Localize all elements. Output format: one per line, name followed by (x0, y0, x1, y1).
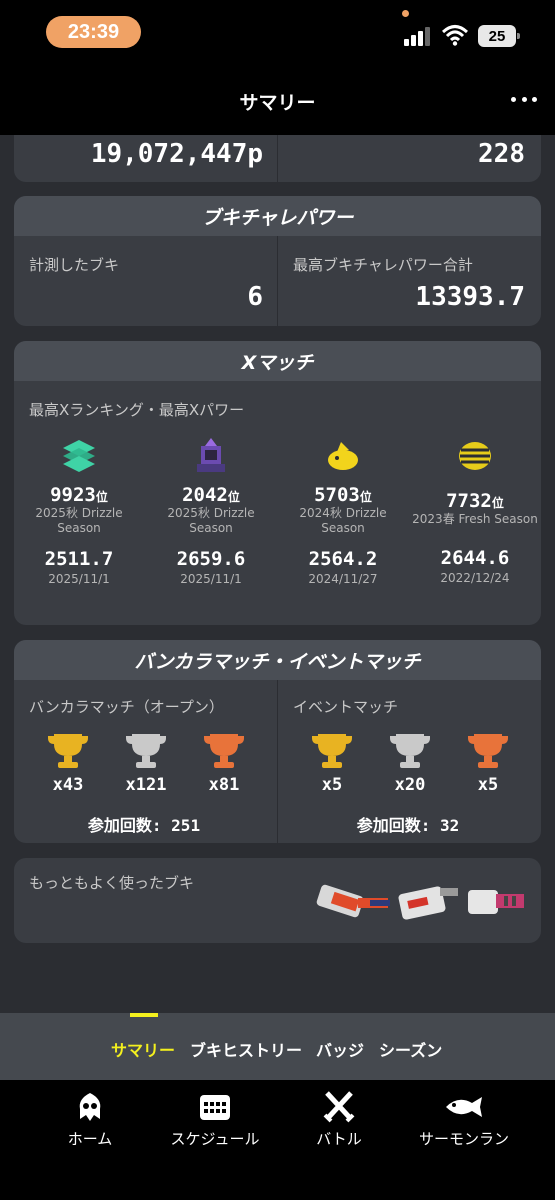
x-rank-value: 7732 (446, 490, 492, 512)
bankara-open-label: バンカラマッチ（オープン） (29, 698, 224, 716)
event-match-label: イベントマッチ (293, 698, 399, 716)
wins-value: 228 (478, 139, 525, 169)
x-rank-value: 9923 (50, 484, 96, 506)
nav-battle-label: バトル (316, 1130, 362, 1148)
silver-trophy-icon (390, 734, 430, 768)
season-name: 2024秋 Drizzle (299, 506, 387, 520)
clock: 23:39 (46, 16, 141, 48)
tab-badges[interactable]: バッジ (316, 1037, 364, 1061)
summary-tab-bar: サマリー ブキヒストリー バッジ シーズン (0, 1013, 555, 1080)
summary-stats-card: 19,072,447p 228 (14, 135, 541, 182)
bronze-trophy-icon (204, 734, 244, 768)
rank-suffix: 位 (227, 490, 240, 504)
most-used-weapons-label: もっともよく使ったブキ (29, 874, 195, 892)
gold-count: x5 (321, 775, 343, 795)
x-rank-entry: 2042位 2025秋 Drizzle Season 2659.6 2025/1… (146, 484, 276, 586)
wifi-icon (442, 25, 468, 46)
nav-schedule-label: スケジュール (170, 1130, 260, 1148)
active-tab-indicator (130, 1013, 158, 1017)
page-title: サマリー (239, 92, 316, 114)
silver-count: x20 (394, 775, 426, 795)
nav-salmon-run-label: サーモンラン (418, 1130, 509, 1148)
x-power-date: 2025/11/1 (48, 572, 110, 586)
season-name: 2023春 Fresh Season (412, 512, 538, 526)
x-power-date: 2022/12/24 (440, 571, 510, 585)
weapon-image (468, 890, 524, 914)
x-power-value: 2644.6 (440, 547, 510, 569)
x-power-value: 2659.6 (176, 548, 246, 570)
bankara-event-title: バンカラマッチ・イベントマッチ (14, 640, 541, 680)
gold-trophy-icon (48, 734, 88, 768)
more-menu-icon[interactable] (511, 87, 537, 111)
signal-icon (404, 26, 434, 46)
silver-count: x121 (125, 775, 167, 795)
bankara-event-card: バンカラマッチ・イベントマッチ バンカラマッチ（オープン） イベントマッチ x4… (14, 640, 541, 843)
x-power-date: 2024/11/27 (308, 572, 378, 586)
calendar-icon (200, 1095, 230, 1120)
bankara-total: 参加回数: 251 (87, 816, 201, 835)
x-power-value: 2511.7 (44, 548, 114, 570)
crossed-weapons-icon (323, 1091, 355, 1123)
weapon-image (316, 884, 390, 918)
nav-schedule[interactable]: スケジュール (160, 1090, 270, 1149)
rank-suffix: 位 (359, 490, 372, 504)
x-rank-value: 2042 (182, 484, 228, 506)
nav-battle[interactable]: バトル (284, 1090, 394, 1149)
bronze-trophy-icon (468, 734, 508, 768)
nav-salmon-run[interactable]: サーモンラン (409, 1090, 519, 1149)
battery-icon: 25 (478, 25, 520, 47)
green-stack-icon (63, 440, 95, 472)
max-power-total-value: 13393.7 (415, 282, 525, 312)
x-power-date: 2025/11/1 (180, 572, 242, 586)
bronze-count: x81 (208, 775, 240, 795)
yellow-fish-icon (328, 442, 358, 470)
nav-home-label: ホーム (67, 1130, 113, 1148)
season-name-cont: Season (321, 521, 365, 535)
x-power-value: 2564.2 (308, 548, 378, 570)
x-rank-entry: 5703位 2024秋 Drizzle Season 2564.2 2024/1… (278, 484, 408, 586)
x-match-card: Xマッチ 最高Xランキング・最高Xパワー 9923位 2025秋 Drizzle… (14, 341, 541, 625)
gold-count: x43 (52, 775, 84, 795)
salmon-icon (446, 1097, 482, 1117)
tab-summary[interactable]: サマリー (111, 1037, 175, 1061)
measured-weapons-label: 計測したブキ (29, 256, 120, 274)
recording-indicator (402, 10, 409, 17)
x-rank-entry: 9923位 2025秋 Drizzle Season 2511.7 2025/1… (14, 484, 144, 586)
gold-trophy-icon (312, 734, 352, 768)
rank-suffix: 位 (491, 496, 504, 510)
rank-suffix: 位 (95, 490, 108, 504)
x-match-title: Xマッチ (14, 341, 541, 381)
x-rank-entry: 7732位 2023春 Fresh Season 2644.6 2022/12/… (410, 490, 540, 585)
max-power-total-label: 最高ブキチャレパワー合計 (293, 256, 473, 274)
event-total: 参加回数: 32 (356, 816, 460, 835)
tab-seasons[interactable]: シーズン (379, 1037, 442, 1061)
most-used-weapons-card[interactable]: もっともよく使ったブキ (14, 858, 541, 943)
season-name: 2025秋 Drizzle (167, 506, 255, 520)
squid-home-icon (79, 1093, 101, 1121)
weapon-power-title: ブキチャレパワー (14, 196, 541, 236)
season-name-cont: Season (57, 521, 101, 535)
x-match-subtitle: 最高Xランキング・最高Xパワー (29, 401, 245, 419)
tab-weapon-history[interactable]: ブキヒストリー (190, 1037, 302, 1061)
status-bar: 23:39 25 (0, 0, 555, 70)
season-name-cont: Season (189, 521, 233, 535)
measured-weapons-value: 6 (247, 282, 263, 312)
paint-points-value: 19,072,447p (90, 139, 263, 169)
app-header: サマリー (0, 70, 555, 135)
nav-home[interactable]: ホーム (35, 1090, 145, 1149)
silver-trophy-icon (126, 734, 166, 768)
purple-tower-icon (197, 438, 225, 472)
x-rank-value: 5703 (314, 484, 360, 506)
weapon-power-card: ブキチャレパワー 計測したブキ 6 最高ブキチャレパワー合計 13393.7 (14, 196, 541, 326)
weapon-image (398, 886, 458, 920)
season-name: 2025秋 Drizzle (35, 506, 123, 520)
bottom-navigation: ホーム スケジュール バトル サーモンラン (0, 1080, 555, 1200)
striped-ball-icon (459, 442, 491, 470)
bronze-count: x5 (477, 775, 499, 795)
